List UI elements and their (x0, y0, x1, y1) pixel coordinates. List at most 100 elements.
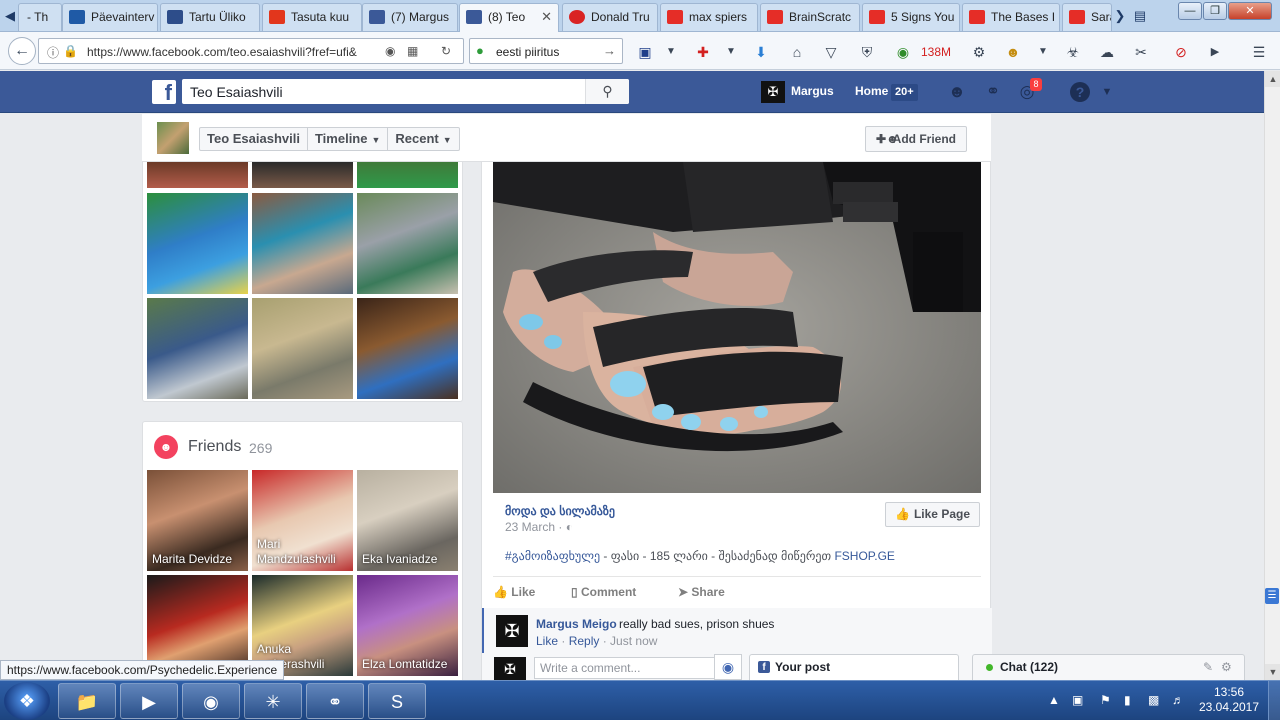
flag-icon[interactable]: ⚑ (1100, 693, 1111, 707)
browser-tab[interactable]: 5 Signs You (862, 3, 960, 31)
comment-reply-link[interactable]: Reply (569, 634, 600, 648)
scroll-down-icon[interactable]: ▼ (1265, 664, 1280, 680)
browser-tab[interactable]: (7) Margus (362, 3, 458, 31)
browser-search-box[interactable]: ● eesti piiritus → (469, 38, 623, 64)
emoji-icon[interactable]: ☻ (1004, 43, 1022, 61)
tray-app-icon[interactable]: ▣ (1072, 693, 1083, 707)
browser-tab-active[interactable]: (8) Teo ✕ (459, 3, 559, 32)
battery-icon[interactable]: ▮ (1124, 693, 1131, 707)
menu-icon[interactable]: ☰ (1250, 43, 1268, 61)
media-player-icon[interactable]: ▶ (120, 683, 178, 719)
bug-icon[interactable]: ☣ (1064, 43, 1082, 61)
avatar[interactable]: ✠ (761, 81, 785, 103)
friend-requests-icon[interactable]: ☻ (946, 82, 968, 102)
network-app-icon[interactable]: ⚭ (306, 683, 364, 719)
dropdown-caret-icon[interactable]: ▼ (662, 43, 680, 61)
post-page-name[interactable]: მოდა და სილამაზე (505, 504, 615, 518)
tab-close-icon[interactable]: ✕ (541, 4, 552, 30)
browser-tab[interactable]: max spiers (660, 3, 758, 31)
recent-dropdown[interactable]: Recent ▼ (388, 128, 458, 150)
search-engine-icon[interactable]: ● (476, 43, 484, 58)
back-arrow-icon[interactable]: ← (8, 37, 36, 65)
account-menu-caret-icon[interactable]: ▼ (1096, 82, 1118, 102)
messenger-icon[interactable]: ⚭ (982, 82, 1004, 102)
compose-icon[interactable]: ✎ (1203, 655, 1213, 679)
minimize-icon[interactable]: — (1178, 2, 1202, 20)
photo-thumbnail[interactable] (357, 162, 458, 188)
friends-heading[interactable]: Friends (188, 438, 241, 456)
download-icon[interactable]: ⬇ (752, 43, 770, 61)
comment-action[interactable]: ▯ Comment (571, 585, 636, 599)
start-button-icon[interactable]: ❖ (4, 682, 50, 720)
display-icon[interactable]: ▩ (1148, 693, 1159, 707)
browser-tab[interactable]: BrainScratc (760, 3, 860, 31)
close-window-icon[interactable]: ✕ (1228, 2, 1272, 20)
home-icon[interactable]: ⌂ (788, 43, 806, 61)
browser-tab[interactable]: Tasuta kuu (262, 3, 362, 31)
facebook-search-input[interactable]: Teo Esaiashvili (190, 84, 283, 100)
file-explorer-icon[interactable]: 📁 (58, 683, 116, 719)
photo-thumbnail[interactable] (357, 193, 458, 294)
reload-icon[interactable]: ↻ (441, 44, 451, 58)
search-go-icon[interactable]: → (603, 43, 616, 58)
photo-thumbnail[interactable] (147, 193, 248, 294)
firefox-icon[interactable]: ◉ (182, 683, 240, 719)
browser-tab[interactable]: Donald Tru (562, 3, 658, 31)
skype-icon[interactable]: S (368, 683, 426, 719)
screenshot-icon[interactable]: ✂ (1132, 43, 1150, 61)
breadcrumb-profile-name[interactable]: Teo Esaiashvili (200, 128, 308, 150)
comment-input[interactable]: Write a comment... (534, 657, 734, 679)
friend-tile[interactable]: Elza Lomtatidze (357, 575, 458, 676)
timeline-dropdown[interactable]: Timeline ▼ (308, 128, 389, 150)
dropdown-caret-icon[interactable]: ▼ (722, 43, 740, 61)
comment-like-link[interactable]: Like (536, 634, 558, 648)
post-image[interactable] (493, 162, 981, 493)
share-action[interactable]: ➤ Share (678, 585, 725, 599)
pocket-icon[interactable]: ▽ (822, 43, 840, 61)
facebook-logo-icon[interactable]: f (152, 80, 176, 105)
gear-icon[interactable]: ⚙ (1221, 655, 1232, 679)
m-extension-icon[interactable]: ◉ (894, 43, 912, 61)
photo-thumbnail[interactable] (252, 193, 353, 294)
tab-scroll-left-icon[interactable]: ◀ (2, 6, 18, 26)
hashtag-link[interactable]: #გამოიზაფხულე (505, 549, 600, 563)
first-aid-icon[interactable]: ✚ (694, 43, 712, 61)
home-link[interactable]: Home (855, 84, 888, 98)
friend-tile[interactable]: Marita Devidze (147, 470, 248, 571)
vertical-scrollbar[interactable]: ▲ ☰ ▼ (1264, 71, 1280, 680)
friend-tile[interactable]: Mari Mandzulashvili (252, 470, 353, 571)
browser-tab[interactable]: Tartu Üliko (160, 3, 260, 31)
fshop-link[interactable]: FSHOP.GE (834, 549, 894, 563)
browser-tab[interactable]: - Th (18, 3, 62, 31)
photo-thumbnail[interactable] (252, 162, 353, 188)
m-counter[interactable]: 138M (916, 43, 956, 61)
like-page-button[interactable]: 👍 Like Page (885, 502, 980, 527)
profile-link[interactable]: Margus (791, 84, 834, 98)
youtube-icon[interactable]: ▶ (1206, 43, 1224, 61)
like-action[interactable]: 👍 Like (493, 585, 535, 599)
your-post-tab[interactable]: f Your post (749, 654, 959, 680)
comment-author[interactable]: Margus Meigo (536, 617, 617, 631)
chat-icon[interactable]: ☁ (1098, 43, 1116, 61)
url-text[interactable]: https://www.facebook.com/teo.esaiashvili… (87, 45, 367, 59)
photo-thumbnail[interactable] (147, 162, 248, 188)
translate-icon[interactable]: ▦ (407, 44, 418, 58)
restore-icon[interactable]: ❐ (1203, 2, 1227, 20)
tab-list-icon[interactable]: ▤ (1132, 6, 1148, 26)
browser-tab[interactable]: Sara (1062, 3, 1112, 31)
block-icon[interactable]: ⊘ (1172, 43, 1190, 61)
browser-search-text[interactable]: eesti piiritus (496, 45, 559, 59)
extension-icon[interactable]: ⚙ (970, 43, 988, 61)
profile-thumbnail[interactable] (157, 122, 189, 154)
volume-icon[interactable]: ♬ (1172, 693, 1184, 707)
sidebar-toggle-icon[interactable]: ☰ (1265, 588, 1279, 604)
photo-thumbnail[interactable] (357, 298, 458, 399)
browser-app-icon[interactable]: ✳ (244, 683, 302, 719)
post-date[interactable]: 23 March · ◐ (505, 520, 573, 534)
chat-bar[interactable]: Chat (122) ✎ ⚙ (972, 654, 1245, 680)
facebook-search[interactable]: Teo Esaiashvili ⚲ (182, 79, 629, 104)
shield-icon[interactable]: ⛨ (858, 43, 876, 61)
dropdown-caret-icon[interactable]: ▼ (1034, 43, 1052, 61)
show-desktop-button[interactable] (1268, 681, 1280, 720)
info-icon[interactable]: ⓘ (47, 44, 59, 61)
